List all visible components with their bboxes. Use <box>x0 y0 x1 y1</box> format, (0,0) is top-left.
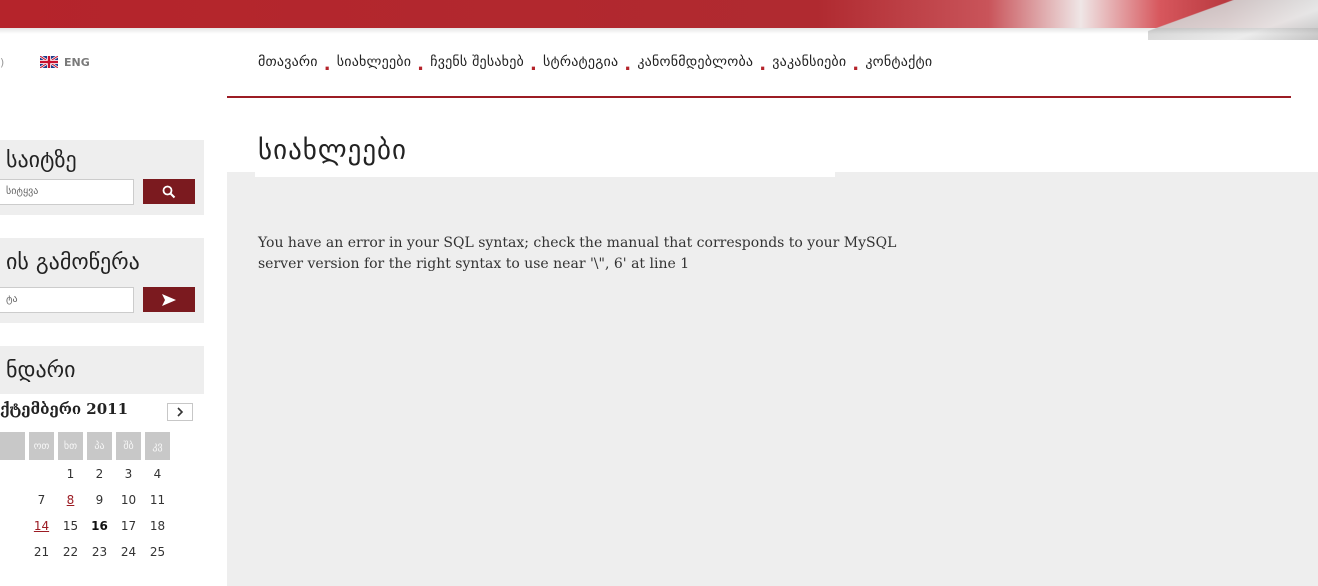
day-cell: 21 <box>29 540 54 564</box>
nav-separator: . <box>323 54 331 75</box>
day-cell: 1 <box>58 462 83 486</box>
search-icon <box>162 185 176 198</box>
day-link[interactable]: 8 <box>58 488 83 512</box>
day-cell: 7 <box>29 488 54 512</box>
day-cell: 22 <box>58 540 83 564</box>
subscribe-title: ის გამოწერა <box>6 250 140 275</box>
subscribe-panel: ის გამოწერა ტა <box>0 238 204 323</box>
weekday-cell: ოთ <box>29 432 54 460</box>
day-cell: 9 <box>87 488 112 512</box>
main-nav: მთავარი . სიახლეები . ჩვენს შესახებ . სტ… <box>258 50 932 74</box>
error-line: You have an error in your SQL syntax; ch… <box>258 235 897 251</box>
calendar-month: ქტემბერი 2011 <box>0 400 129 418</box>
top-banner <box>0 0 1318 40</box>
day-cell: 15 <box>58 514 83 538</box>
banner-flag-graphic <box>1148 0 1318 40</box>
day-cell <box>29 462 54 486</box>
email-input[interactable]: ტა <box>0 287 134 313</box>
calendar-week: 7 8 9 10 11 <box>0 488 170 512</box>
calendar-week: 21 22 23 24 25 <box>0 540 170 564</box>
weekday-cell: შბ <box>116 432 141 460</box>
day-cell <box>0 462 25 486</box>
day-cell <box>0 514 25 538</box>
weekday-cell <box>0 432 25 460</box>
nav-item-about[interactable]: ჩვენს შესახებ <box>430 54 524 70</box>
calendar-next-button[interactable] <box>167 403 193 421</box>
day-cell <box>0 488 25 512</box>
day-cell: 11 <box>145 488 170 512</box>
day-cell: 4 <box>145 462 170 486</box>
search-panel: საიტზე სიტყვა <box>0 140 204 215</box>
language-label[interactable]: ENG <box>64 56 90 69</box>
nav-separator: . <box>624 54 632 75</box>
nav-item-contact[interactable]: კონტაქტი <box>865 54 932 70</box>
search-input[interactable]: სიტყვა <box>0 179 134 205</box>
sidebar: საიტზე სიტყვა ის გამოწერა ტა ნდარი ქტემბ… <box>0 98 204 586</box>
search-title: საიტზე <box>6 148 77 173</box>
nav-separator: . <box>417 54 425 75</box>
nav-item-strategy[interactable]: სტრატეგია <box>543 54 618 70</box>
nav-separator: . <box>759 54 767 75</box>
day-cell <box>0 540 25 564</box>
uk-flag-icon <box>40 56 58 68</box>
weekday-cell: პა <box>87 432 112 460</box>
day-cell: 23 <box>87 540 112 564</box>
error-line: server version for the right syntax to u… <box>258 256 690 272</box>
nav-item-legislation[interactable]: კანონმდებლობა <box>637 54 753 70</box>
day-cell: 10 <box>116 488 141 512</box>
weekday-cell: ხთ <box>58 432 83 460</box>
divider: ) <box>0 55 5 69</box>
nav-item-home[interactable]: მთავარი <box>258 54 318 70</box>
calendar-grid: ოთ ხთ პა შბ კვ 1 2 3 4 7 8 9 10 11 14 15… <box>0 430 174 566</box>
nav-item-vacancies[interactable]: ვაკანსიები <box>772 54 846 70</box>
calendar-title: ნდარი <box>6 358 76 383</box>
nav-separator: . <box>529 54 537 75</box>
day-cell: 25 <box>145 540 170 564</box>
calendar-week: 14 15 16 17 18 <box>0 514 170 538</box>
weekday-cell: კვ <box>145 432 170 460</box>
day-cell: 3 <box>116 462 141 486</box>
search-button[interactable] <box>143 179 195 204</box>
arrow-right-icon <box>162 293 176 306</box>
nav-item-news[interactable]: სიახლეები <box>337 54 411 70</box>
day-cell-today: 16 <box>87 514 112 538</box>
day-link[interactable]: 14 <box>29 514 54 538</box>
day-cell: 2 <box>87 462 112 486</box>
nav-divider <box>227 96 1291 98</box>
day-cell: 18 <box>145 514 170 538</box>
calendar-title-bar: ნდარი <box>0 346 204 394</box>
page-title: სიახლეები <box>258 135 408 166</box>
nav-separator: . <box>852 54 860 75</box>
calendar-panel: ნდარი ქტემბერი 2011 ოთ ხთ პა შბ კვ 1 2 3 <box>0 346 204 586</box>
day-cell: 24 <box>116 540 141 564</box>
calendar-weekdays: ოთ ხთ პა შბ კვ <box>0 432 170 460</box>
chevron-right-icon <box>177 407 184 417</box>
subscribe-button[interactable] <box>143 287 195 312</box>
error-message: You have an error in your SQL syntax; ch… <box>258 233 978 275</box>
day-cell: 17 <box>116 514 141 538</box>
calendar-week: 1 2 3 4 <box>0 462 170 486</box>
language-switcher[interactable]: ) ENG <box>0 52 90 72</box>
